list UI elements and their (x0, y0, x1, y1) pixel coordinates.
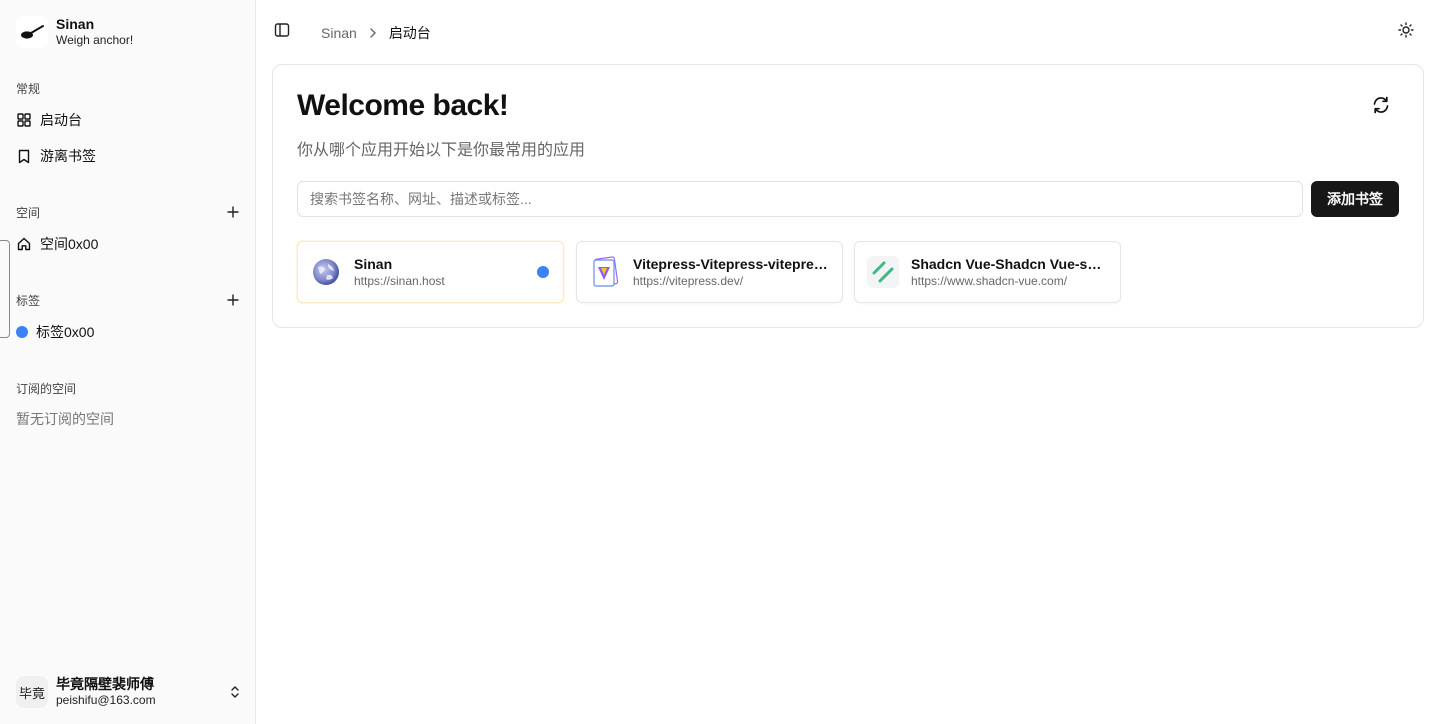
spoon-logo-icon (16, 16, 48, 48)
sun-icon (1398, 21, 1414, 43)
refresh-button[interactable] (1369, 95, 1393, 119)
section-label-general: 常规 (16, 82, 41, 96)
bookmark-title: Shadcn Vue-Shadcn Vue-shadcn-vue.com (911, 256, 1107, 272)
shadcn-logo-icon (867, 256, 899, 288)
bookmark-card[interactable]: Vitepress-Vitepress-vitepress.dev https:… (576, 241, 843, 303)
bookmark-icon (16, 148, 32, 164)
sidebar: Sinan Weigh anchor! 常规 启动台 游离书签 空间 空间0x0… (0, 0, 256, 724)
sidebar-toggle-button[interactable] (272, 22, 292, 42)
sidebar-item-label: 空间0x00 (40, 236, 99, 252)
brand-tagline: Weigh anchor! (56, 33, 134, 47)
vitepress-logo-icon (589, 256, 621, 288)
page-subtitle: 你从哪个应用开始以下是你最常用的应用 (297, 142, 586, 159)
home-icon (16, 236, 32, 252)
sidebar-item-label: 游离书签 (40, 148, 96, 164)
brand-name: Sinan (56, 16, 95, 32)
bookmark-url: https://sinan.host (354, 274, 445, 288)
tag-color-dot (16, 326, 28, 338)
add-bookmark-button[interactable]: 添加书签 (1311, 181, 1399, 217)
chevron-right-icon (369, 27, 377, 39)
sidebar-item-launchpad[interactable]: 启动台 (8, 104, 248, 136)
section-label-spaces: 空间 (16, 206, 41, 220)
breadcrumb: Sinan 启动台 (321, 23, 431, 43)
bookmark-card[interactable]: Sinan https://sinan.host (297, 241, 564, 303)
add-tag-button[interactable] (224, 291, 242, 309)
user-name: 毕竟隔壁裴师傅 (56, 676, 154, 692)
page-title: Welcome back! (297, 89, 509, 122)
search-input[interactable] (297, 181, 1303, 217)
user-menu[interactable]: 毕竟 毕竟隔壁裴师傅 peishifu@163.com (8, 668, 248, 716)
sidebar-item-free-bookmarks[interactable]: 游离书签 (8, 140, 248, 172)
brand[interactable]: Sinan Weigh anchor! (16, 16, 133, 48)
section-label-subscribed: 订阅的空间 (16, 382, 77, 396)
bookmark-url: https://vitepress.dev/ (633, 274, 744, 288)
subscribed-empty-text: 暂无订阅的空间 (16, 411, 114, 427)
sidebar-resize-handle[interactable] (0, 240, 10, 338)
sidebar-item-tag[interactable]: 标签0x00 (8, 316, 248, 348)
user-email: peishifu@163.com (56, 693, 156, 707)
section-label-tags: 标签 (16, 294, 41, 308)
add-space-button[interactable] (224, 203, 242, 221)
launchpad-card: Welcome back! 你从哪个应用开始以下是你最常用的应用 添加书签 Si… (272, 64, 1424, 328)
sidebar-item-label: 启动台 (40, 112, 82, 128)
tag-color-dot (537, 266, 549, 278)
sidebar-item-label: 标签0x00 (36, 324, 95, 340)
bookmark-title: Sinan (354, 256, 393, 272)
bookmark-title: Vitepress-Vitepress-vitepress.dev (633, 256, 829, 272)
refresh-icon (1371, 95, 1391, 120)
avatar: 毕竟 (16, 676, 48, 708)
breadcrumb-current: 启动台 (388, 25, 431, 41)
sidebar-item-space[interactable]: 空间0x00 (8, 228, 248, 260)
panel-left-icon (274, 22, 290, 43)
chevrons-up-down-icon (230, 684, 240, 705)
bookmark-url: https://www.shadcn-vue.com/ (911, 274, 1068, 288)
breadcrumb-link[interactable]: Sinan (321, 25, 357, 41)
grid-icon (16, 112, 32, 128)
theme-toggle-button[interactable] (1396, 21, 1416, 43)
bookmark-card[interactable]: Shadcn Vue-Shadcn Vue-shadcn-vue.com htt… (854, 241, 1121, 303)
globe-icon (310, 256, 342, 288)
